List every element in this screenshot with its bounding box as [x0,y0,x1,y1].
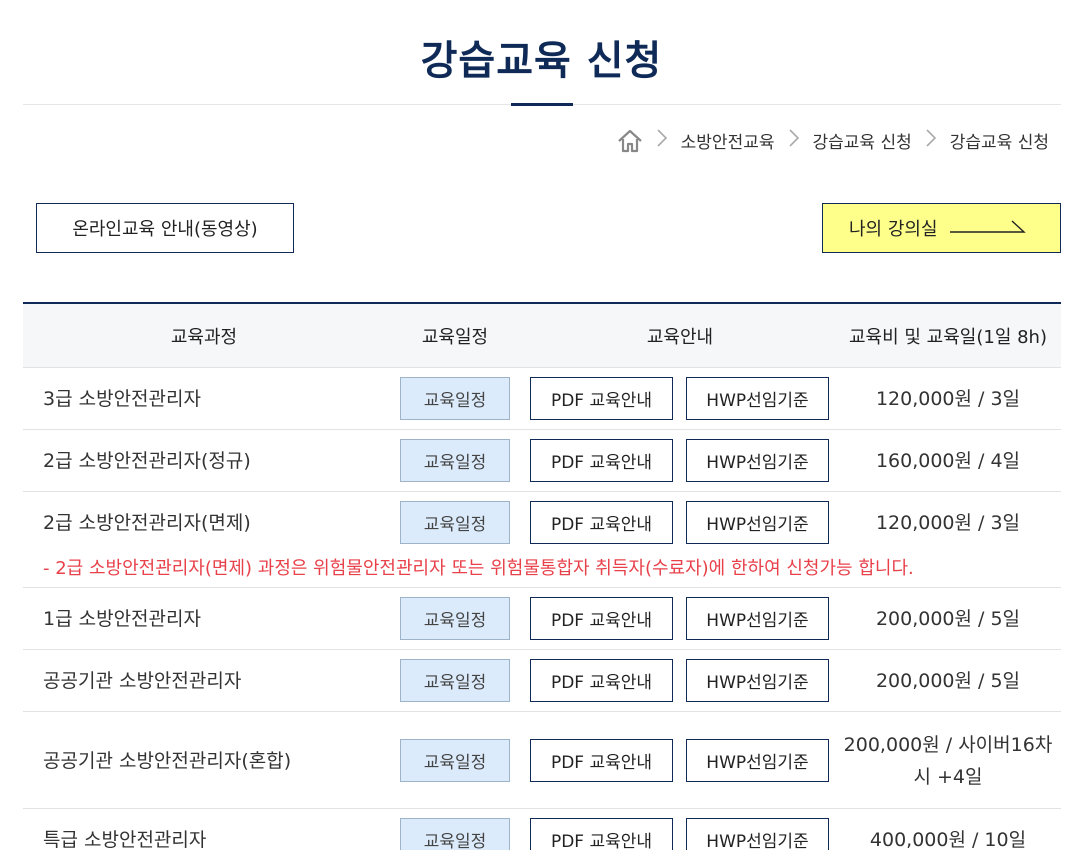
table-row: 특급 소방안전관리자 교육일정 PDF 교육안내 HWP선임기준 400,000… [23,809,1061,850]
table-row: 3급 소방안전관리자 교육일정 PDF 교육안내 HWP선임기준 120,000… [23,368,1061,430]
online-guide-label: 온라인교육 안내(동영상) [72,219,258,240]
table-row: 2급 소방안전관리자(정규) 교육일정 PDF 교육안내 HWP선임기준 160… [23,430,1061,492]
breadcrumb-item[interactable]: 강습교육 신청 [950,128,1049,153]
hwp-criteria-button[interactable]: HWP선임기준 [686,377,829,420]
breadcrumb-item[interactable]: 강습교육 신청 [813,128,912,153]
title-accent-bar [511,103,573,106]
pdf-guide-button[interactable]: PDF 교육안내 [530,659,673,702]
course-name: 2급 소방안전관리자(정규) [43,449,251,472]
chevron-right-icon [926,129,936,152]
schedule-button[interactable]: 교육일정 [400,597,510,640]
hwp-criteria-button[interactable]: HWP선임기준 [686,597,829,640]
header-schedule: 교육일정 [421,327,489,348]
my-lecture-button[interactable]: 나의 강의실 [822,203,1061,253]
chevron-right-icon [788,129,799,152]
course-name: 특급 소방안전관리자 [43,828,207,850]
hwp-criteria-button[interactable]: HWP선임기준 [686,818,829,850]
schedule-button[interactable]: 교육일정 [400,439,510,482]
exemption-notice: - 2급 소방안전관리자(면제) 과정은 위험물안전관리자 또는 위험물통합자 … [43,558,914,579]
schedule-button[interactable]: 교육일정 [400,501,510,544]
schedule-button[interactable]: 교육일정 [400,659,510,702]
course-fee: 120,000원 / 3일 [875,388,1021,410]
my-lecture-label: 나의 강의실 [849,219,938,240]
header-guide: 교육안내 [646,327,714,348]
header-fee: 교육비 및 교육일(1일 8h) [848,327,1047,348]
chevron-right-icon [657,129,667,152]
hwp-criteria-button[interactable]: HWP선임기준 [686,439,829,482]
pdf-guide-button[interactable]: PDF 교육안내 [530,818,673,850]
course-fee: 120,000원 / 3일 [875,512,1021,534]
course-name: 3급 소방안전관리자 [43,387,201,410]
pdf-guide-button[interactable]: PDF 교육안내 [530,501,673,544]
page-title: 강습교육 신청 [420,38,663,84]
schedule-button[interactable]: 교육일정 [400,739,510,782]
course-name: 공공기관 소방안전관리자(혼합) [43,749,292,772]
course-name: 공공기관 소방안전관리자 [43,669,242,692]
home-icon[interactable] [617,129,643,153]
pdf-guide-button[interactable]: PDF 교육안내 [530,739,673,782]
table-row: 공공기관 소방안전관리자 교육일정 PDF 교육안내 HWP선임기준 200,0… [23,650,1061,712]
breadcrumb: 소방안전교육 강습교육 신청 강습교육 신청 [617,128,1049,153]
schedule-button[interactable]: 교육일정 [400,818,510,850]
course-name: 2급 소방안전관리자(면제) [43,511,251,534]
course-fee: 400,000원 / 10일 [869,829,1027,850]
arrow-right-icon [938,218,1026,239]
table-row: 공공기관 소방안전관리자(혼합) 교육일정 PDF 교육안내 HWP선임기준 2… [23,712,1061,809]
schedule-button[interactable]: 교육일정 [400,377,510,420]
course-fee: 160,000원 / 4일 [875,450,1021,472]
pdf-guide-button[interactable]: PDF 교육안내 [530,597,673,640]
pdf-guide-button[interactable]: PDF 교육안내 [530,439,673,482]
table-header: 교육과정 교육일정 교육안내 교육비 및 교육일(1일 8h) [23,302,1061,368]
course-fee: 200,000원 / 5일 [875,670,1021,692]
course-fee: 200,000원 / 사이버16차시 +4일 [843,733,1053,788]
hwp-criteria-button[interactable]: HWP선임기준 [686,501,829,544]
hwp-criteria-button[interactable]: HWP선임기준 [686,659,829,702]
table-row: 1급 소방안전관리자 교육일정 PDF 교육안내 HWP선임기준 200,000… [23,588,1061,650]
hwp-criteria-button[interactable]: HWP선임기준 [686,739,829,782]
course-fee: 200,000원 / 5일 [875,608,1021,630]
header-course: 교육과정 [170,327,238,348]
online-guide-button[interactable]: 온라인교육 안내(동영상) [36,203,294,253]
breadcrumb-item[interactable]: 소방안전교육 [681,128,775,153]
pdf-guide-button[interactable]: PDF 교육안내 [530,377,673,420]
course-name: 1급 소방안전관리자 [43,607,201,630]
